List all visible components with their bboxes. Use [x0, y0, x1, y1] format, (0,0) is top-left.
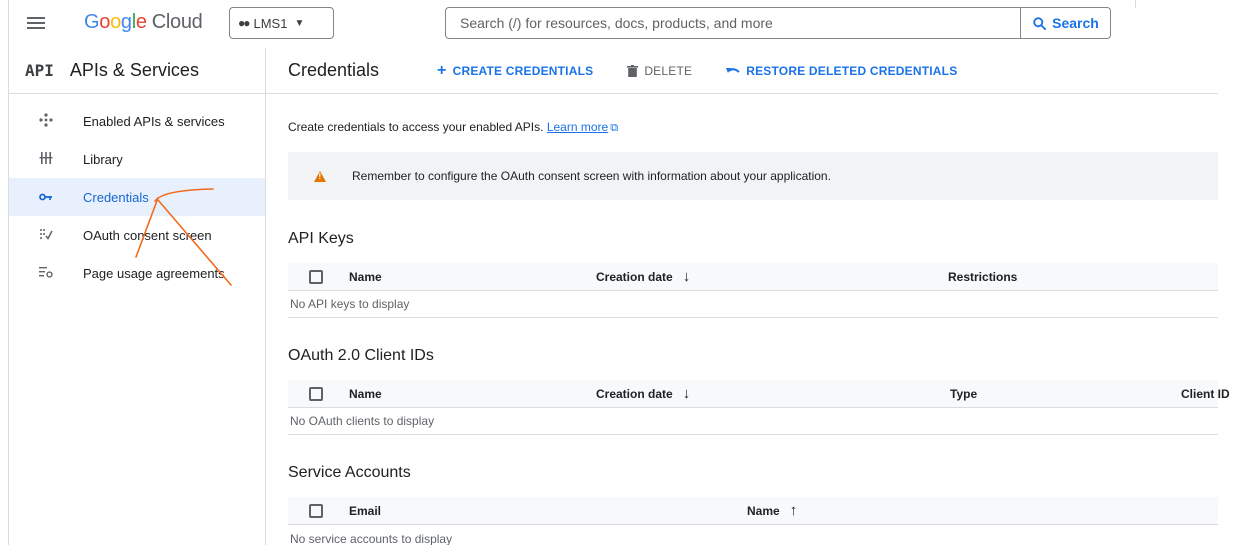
sidebar-item-oauth-consent[interactable]: OAuth consent screen	[9, 216, 265, 254]
column-header-name[interactable]: Name ↑	[747, 502, 797, 519]
oauth-clients-title: OAuth 2.0 Client IDs	[288, 347, 434, 364]
settings-list-icon	[37, 265, 55, 281]
column-header-creation-date[interactable]: Creation date ↓	[596, 385, 690, 402]
oauth-warning-banner: Remember to configure the OAuth consent …	[288, 152, 1218, 200]
external-link-icon: ⧉	[610, 122, 619, 134]
search-bar: Search	[445, 7, 1111, 39]
sidebar-item-enabled-apis[interactable]: Enabled APIs & services	[9, 102, 265, 140]
api-icon: API	[25, 61, 54, 80]
arrow-up-icon: ↑	[789, 502, 798, 519]
logo-cloud-text: Cloud	[151, 11, 203, 33]
oauth-empty-row: No OAuth clients to display	[288, 408, 1218, 435]
select-all-checkbox[interactable]	[309, 386, 323, 401]
project-name: LMS1	[253, 15, 288, 31]
search-icon	[1033, 16, 1047, 30]
page-title: Credentials	[288, 60, 380, 80]
api-keys-empty-row: No API keys to display	[288, 291, 1218, 318]
arrow-down-icon: ↓	[682, 268, 691, 285]
google-cloud-logo[interactable]: Google Cloud	[84, 11, 203, 34]
library-icon	[37, 151, 55, 168]
column-header-name[interactable]: Name	[349, 387, 382, 401]
sidebar-title: APIs & Services	[69, 60, 199, 80]
sidebar-item-credentials[interactable]: Credentials	[9, 178, 265, 216]
menu-icon[interactable]	[27, 14, 45, 34]
column-header-name[interactable]: Name	[349, 270, 382, 284]
undo-icon	[726, 67, 740, 73]
create-credentials-button[interactable]: + CREATE CREDENTIALS	[437, 62, 593, 80]
intro-text: Create credentials to access your enable…	[288, 120, 619, 134]
chevron-down-icon: ▼	[294, 17, 305, 29]
sidebar-item-library[interactable]: Library	[9, 140, 265, 178]
service-accounts-table-header: Email Name ↑	[288, 497, 1218, 525]
search-input[interactable]	[446, 8, 1020, 38]
service-accounts-empty-row: No service accounts to display	[290, 531, 453, 545]
sidebar-item-page-usage[interactable]: Page usage agreements	[9, 254, 265, 292]
page-header: Credentials + CREATE CREDENTIALS DELETE …	[266, 48, 1218, 94]
api-keys-table-header: Name Creation date ↓ Restrictions	[288, 263, 1218, 291]
search-button[interactable]: Search	[1020, 8, 1110, 38]
learn-more-link[interactable]: Learn more	[547, 120, 608, 134]
project-hierarchy-icon: ●●	[238, 16, 250, 30]
project-selector[interactable]: ●● LMS1 ▼	[229, 7, 334, 39]
oauth-table-header: Name Creation date ↓ Type Client ID	[288, 380, 1230, 408]
arrow-down-icon: ↓	[682, 385, 691, 402]
enabled-apis-icon	[37, 112, 55, 130]
column-header-restrictions[interactable]: Restrictions	[948, 270, 1017, 284]
select-all-checkbox[interactable]	[309, 269, 323, 284]
key-icon	[37, 189, 55, 205]
service-accounts-title: Service Accounts	[288, 464, 411, 481]
sidebar-nav: Enabled APIs & services Library Credenti…	[9, 102, 265, 292]
warning-icon	[314, 170, 326, 182]
top-bar: Google Cloud ●● LMS1 ▼ Search	[9, 0, 1233, 48]
delete-button[interactable]: DELETE	[627, 64, 692, 78]
plus-icon: +	[437, 61, 447, 79]
column-header-type[interactable]: Type	[950, 387, 977, 401]
oauth-consent-icon	[37, 227, 55, 244]
trash-icon	[627, 64, 639, 77]
sidebar-divider	[265, 48, 266, 545]
select-all-checkbox[interactable]	[309, 503, 323, 518]
column-header-creation-date[interactable]: Creation date ↓	[596, 268, 690, 285]
column-header-email[interactable]: Email	[349, 504, 381, 518]
api-keys-title: API Keys	[288, 230, 354, 247]
restore-deleted-credentials-button[interactable]: RESTORE DELETED CREDENTIALS	[726, 64, 957, 78]
column-header-client-id[interactable]: Client ID	[1181, 387, 1230, 401]
sidebar-header: API APIs & Services	[9, 48, 265, 94]
